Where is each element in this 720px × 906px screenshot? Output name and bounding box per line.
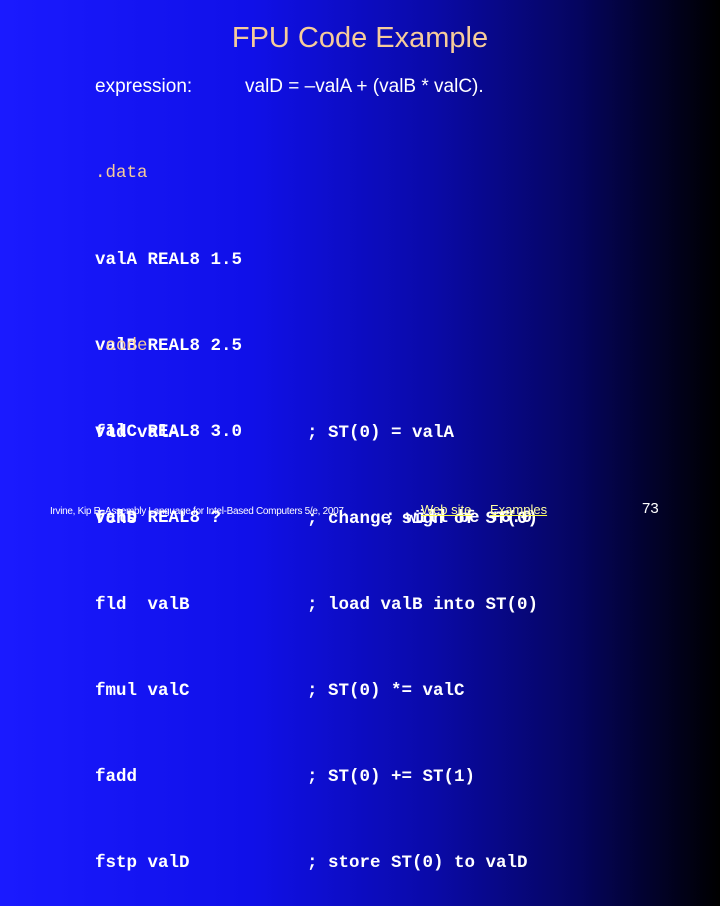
code-instruction: fmul valC	[95, 680, 190, 701]
expression-formula: valD = –valA + (valB * valC).	[245, 76, 484, 97]
code-line: fld valB ; load valB into ST(0)	[95, 591, 538, 620]
data-code: valA REAL8 1.5	[95, 249, 243, 270]
code-instruction: fld valA	[95, 422, 180, 443]
web-site-link[interactable]: Web site	[421, 502, 471, 517]
code-directive: .code	[95, 336, 148, 357]
code-instruction: fadd	[95, 766, 138, 787]
data-line: valA REAL8 1.5	[95, 246, 242, 275]
expression-label: expression:	[95, 76, 193, 97]
code-comment: ; store ST(0) to valD	[307, 852, 528, 873]
code-section: .code fld valA; ST(0) = valA fchs; chang…	[95, 275, 538, 906]
code-line: fld valA ; ST(0) = valA	[95, 419, 454, 448]
code-line: fstp valD ; store ST(0) to valD	[95, 849, 528, 878]
code-line: fadd ; ST(0) += ST(1)	[95, 763, 475, 792]
data-directive: .data	[95, 163, 148, 184]
code-comment: ; ST(0) += ST(1)	[307, 766, 476, 787]
code-comment: ; load valB into ST(0)	[307, 594, 539, 615]
citation: Irvine, Kip R. Assembly Language for Int…	[50, 506, 347, 517]
expression-line: expression: valD = –valA + (valB * valC).	[95, 76, 484, 98]
page-number: 73	[642, 500, 659, 517]
examples-link[interactable]: Examples	[490, 502, 547, 517]
code-line: fmul valC ; ST(0) *= valC	[95, 677, 465, 706]
code-comment: ; ST(0) = valA	[307, 422, 455, 443]
code-comment: ; ST(0) *= valC	[307, 680, 465, 701]
code-instruction: fld valB	[95, 594, 190, 615]
code-instruction: fstp valD	[95, 852, 190, 873]
slide-title: FPU Code Example	[231, 22, 489, 54]
